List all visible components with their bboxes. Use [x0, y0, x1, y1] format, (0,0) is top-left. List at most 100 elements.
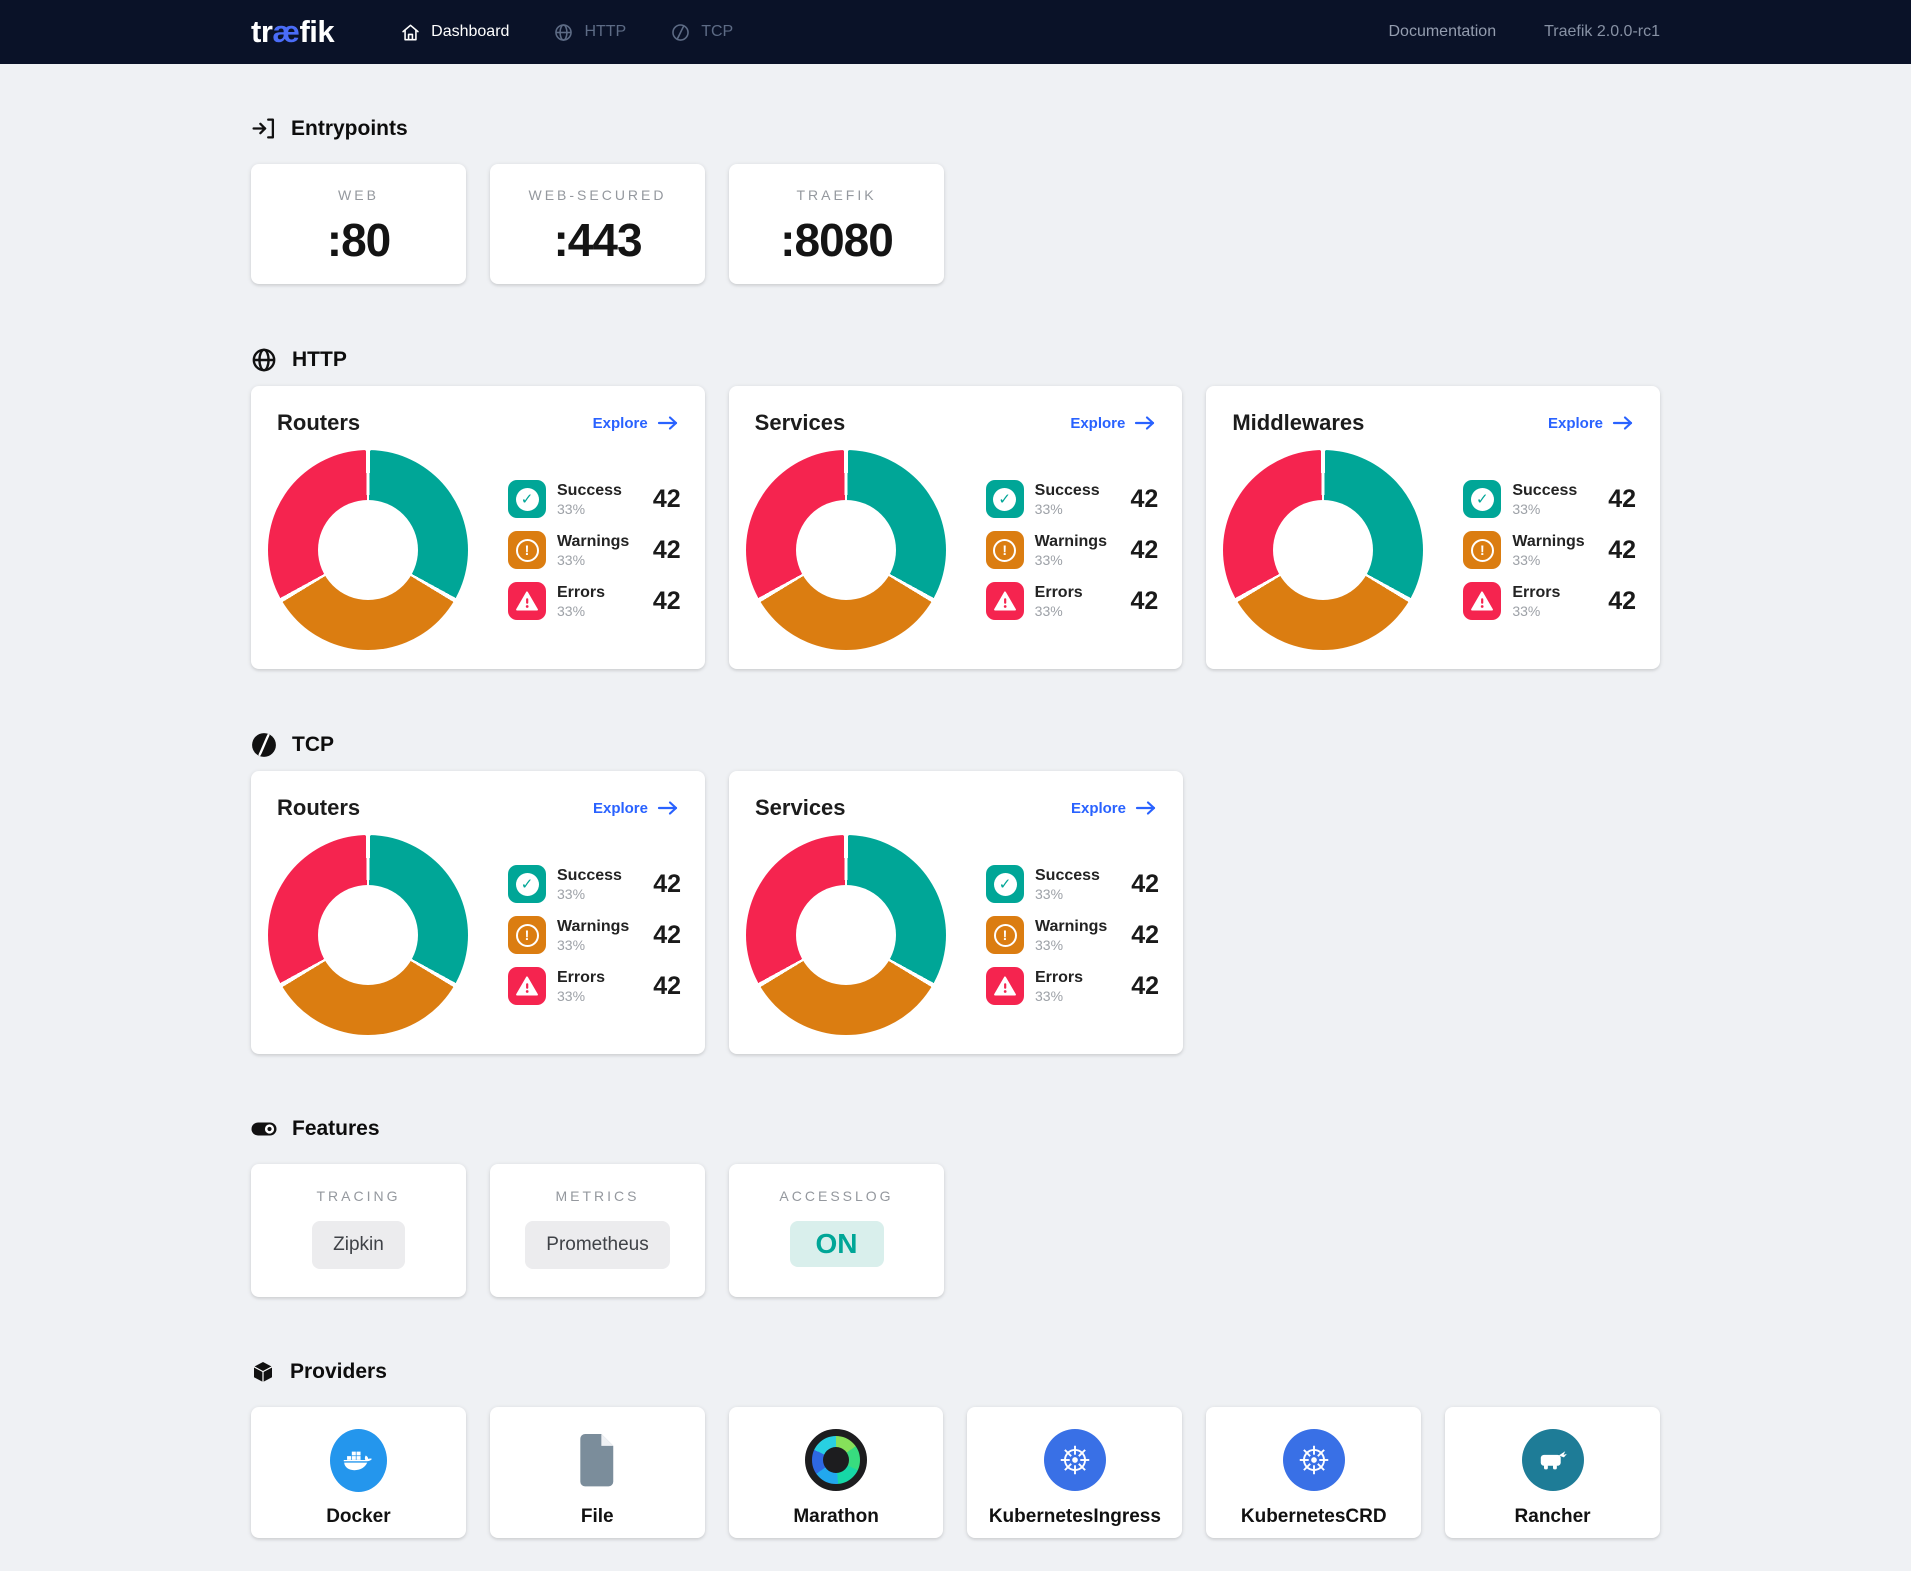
legend-label: Errors: [1035, 583, 1083, 602]
nav-item-http[interactable]: HTTP: [553, 22, 626, 43]
success-icon: ✓: [986, 865, 1024, 903]
legend-count: 42: [1608, 485, 1636, 514]
legend-row-warnings: ! Warnings33% 42: [1463, 531, 1636, 569]
warning-icon: !: [986, 531, 1024, 569]
legend-count: 42: [653, 587, 681, 616]
marathon-icon: [805, 1429, 867, 1491]
panel-title: Routers: [277, 795, 360, 821]
explore-link[interactable]: Explore: [593, 800, 679, 817]
arrow-right-icon: [657, 415, 679, 431]
logo-text: fik: [299, 14, 334, 49]
toggle-icon: [251, 1119, 277, 1139]
legend-count: 42: [1131, 921, 1159, 950]
legend-percent: 33%: [1035, 886, 1100, 902]
legend-row-warnings: ! Warnings33% 42: [986, 531, 1159, 569]
explore-link[interactable]: Explore: [1548, 415, 1634, 432]
success-icon: ✓: [1463, 480, 1501, 518]
legend-count: 42: [653, 485, 681, 514]
chart-legend: ✓ Success33% 42 ! Warnings33% 42 Errors3…: [1463, 480, 1636, 620]
status-donut-chart: [746, 835, 946, 1035]
section-title: TCP: [292, 733, 334, 757]
explore-label: Explore: [1070, 415, 1125, 432]
error-icon: [986, 967, 1024, 1005]
arrow-right-icon: [1135, 800, 1157, 816]
nav-item-dashboard[interactable]: Dashboard: [400, 22, 509, 43]
tcp-section-header: TCP: [251, 732, 1660, 758]
http-panels: Routers Explore ✓ Success33% 42: [251, 386, 1660, 669]
legend-label: Success: [557, 866, 622, 885]
file-icon: [490, 1428, 705, 1492]
provider-card-marathon: Marathon: [729, 1407, 944, 1538]
chart-legend: ✓ Success33% 42 ! Warnings33% 42 Errors3…: [508, 480, 681, 620]
error-icon: [508, 967, 546, 1005]
http-services-panel: Services Explore ✓ Success33% 42: [729, 386, 1183, 669]
legend-label: Errors: [1512, 583, 1560, 602]
legend-percent: 33%: [1035, 501, 1100, 517]
entrypoint-card-traefik: TRAEFIK :8080: [729, 164, 944, 284]
legend-count: 42: [1608, 536, 1636, 565]
tcp-icon: [670, 22, 691, 43]
main-content: Entrypoints WEB :80 WEB-SECURED :443 TRA…: [0, 64, 1911, 1538]
success-icon: ✓: [508, 865, 546, 903]
entrypoint-port: :443: [490, 213, 705, 267]
entrypoint-port: :8080: [729, 213, 944, 267]
feature-label: ACCESSLOG: [729, 1188, 944, 1204]
traefik-logo[interactable]: træfik: [251, 14, 334, 50]
legend-count: 42: [1131, 485, 1159, 514]
explore-link[interactable]: Explore: [1070, 415, 1156, 432]
chart-legend: ✓ Success33% 42 ! Warnings33% 42 Errors3…: [986, 865, 1159, 1005]
chart-legend: ✓ Success33% 42 ! Warnings33% 42 Errors3…: [508, 865, 681, 1005]
legend-count: 42: [1131, 587, 1159, 616]
legend-count: 42: [1131, 870, 1159, 899]
legend-percent: 33%: [1512, 552, 1584, 568]
legend-label: Warnings: [1035, 532, 1107, 551]
legend-percent: 33%: [1035, 988, 1083, 1004]
tcp-panels: Routers Explore ✓ Success 33% 42: [251, 771, 1660, 1054]
legend-row-errors: Errors33% 42: [986, 582, 1159, 620]
legend-label: Warnings: [557, 917, 629, 936]
legend-count: 42: [653, 921, 681, 950]
explore-label: Explore: [1071, 800, 1126, 817]
chart-legend: ✓ Success33% 42 ! Warnings33% 42 Errors3…: [986, 480, 1159, 620]
feature-card-metrics: METRICS Prometheus: [490, 1164, 705, 1297]
legend-percent: 33%: [1512, 501, 1577, 517]
features-cards: TRACING Zipkin METRICS Prometheus ACCESS…: [251, 1164, 1660, 1297]
error-icon: [986, 582, 1024, 620]
explore-link[interactable]: Explore: [1071, 800, 1157, 817]
kubernetes-icon: [1044, 1429, 1106, 1491]
legend-count: 42: [653, 536, 681, 565]
explore-link[interactable]: Explore: [593, 415, 679, 432]
feature-value-pill: Zipkin: [312, 1221, 405, 1269]
logo-text: tr: [251, 14, 272, 49]
tcp-services-panel: Services Explore ✓ Success33% 42: [729, 771, 1183, 1054]
legend-row-success: ✓ Success33% 42: [986, 480, 1159, 518]
provider-card-kubernetes-ingress: KubernetesIngress: [967, 1407, 1182, 1538]
section-title: Entrypoints: [291, 117, 408, 141]
traefik-dashboard: træfik Dashboard HTTP TCP Documentation …: [0, 0, 1911, 1585]
legend-row-errors: Errors33% 42: [1463, 582, 1636, 620]
globe-icon: [553, 22, 574, 43]
entrypoint-label: TRAEFIK: [729, 187, 944, 203]
feature-on-pill: ON: [790, 1221, 884, 1267]
legend-label: Success: [557, 481, 622, 500]
provider-card-docker: Docker: [251, 1407, 466, 1538]
legend-percent: 33%: [1035, 552, 1107, 568]
entrypoints-section-header: Entrypoints: [251, 116, 1660, 141]
nav-item-tcp[interactable]: TCP: [670, 22, 733, 43]
warning-icon: !: [508, 916, 546, 954]
legend-percent: 33%: [1512, 603, 1560, 619]
http-middlewares-panel: Middlewares Explore ✓ Success33% 42: [1206, 386, 1660, 669]
provider-card-kubernetes-crd: KubernetesCRD: [1206, 1407, 1421, 1538]
legend-row-warnings: ! Warnings33% 42: [508, 531, 681, 569]
feature-label: TRACING: [251, 1188, 466, 1204]
legend-percent: 33%: [557, 501, 622, 517]
legend-percent: 33%: [1035, 937, 1107, 953]
kubernetes-icon: [1283, 1429, 1345, 1491]
nav-right: Documentation Traefik 2.0.0-rc1: [1388, 23, 1660, 41]
rancher-icon: [1522, 1429, 1584, 1491]
warning-icon: !: [986, 916, 1024, 954]
panel-title: Middlewares: [1232, 410, 1364, 436]
documentation-link[interactable]: Documentation: [1388, 23, 1496, 41]
entrypoint-card-web-secured: WEB-SECURED :443: [490, 164, 705, 284]
error-icon: [1463, 582, 1501, 620]
